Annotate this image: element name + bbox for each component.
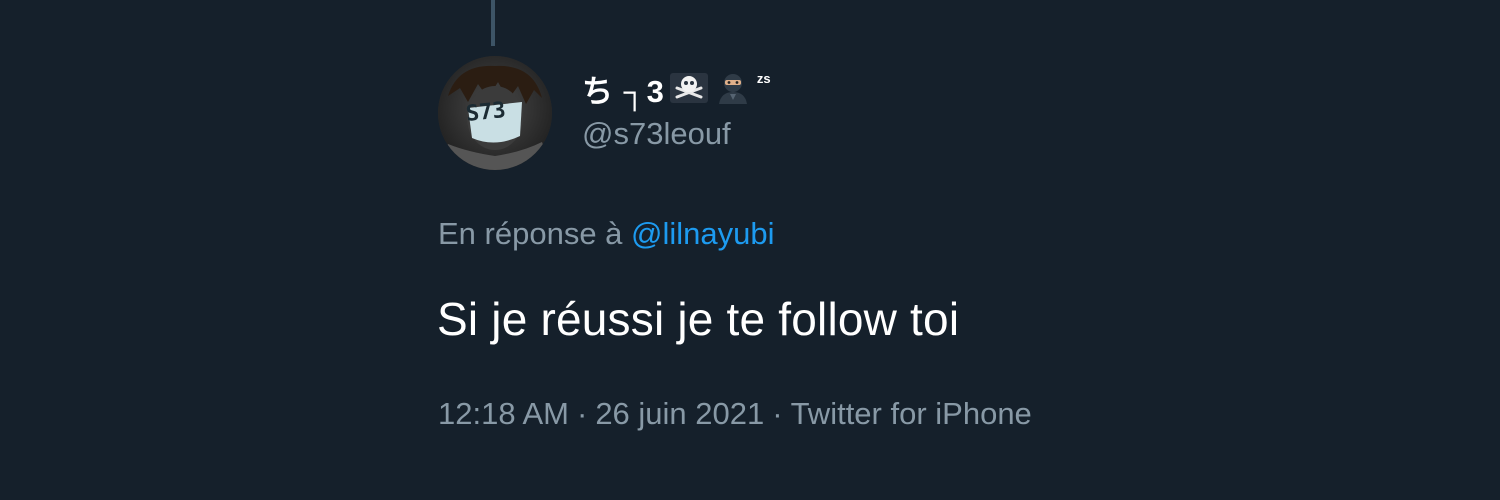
avatar[interactable]: S73 (438, 56, 552, 170)
reply-context: En réponse à @lilnayubi (438, 216, 775, 252)
reply-prefix: En réponse à (438, 216, 623, 251)
tweet-metadata: 12:18 AM · 26 juin 2021 · Twitter for iPhone (438, 396, 1032, 432)
tweet-detail-view: S73 ち ┐3 zs @s73leouf En réponse à @liln… (0, 0, 1500, 500)
tweet-author[interactable]: ち ┐3 zs @s73leouf (582, 68, 771, 152)
avatar-logo-text: S73 (464, 97, 507, 128)
ninja-icon (713, 72, 753, 104)
meta-separator: · (772, 396, 783, 431)
meta-separator: · (576, 396, 588, 431)
tweet-date-link[interactable]: 26 juin 2021 (595, 396, 764, 431)
thread-connector-line (491, 0, 495, 46)
author-display-name: ち ┐3 zs (582, 68, 771, 109)
tweet-text: Si je réussi je te follow toi (437, 293, 960, 345)
tweet-source-link[interactable]: Twitter for iPhone (791, 396, 1032, 431)
display-name-text: ち ┐3 (582, 73, 665, 109)
author-handle: @s73leouf (582, 116, 731, 151)
skull-crossbones-icon (669, 72, 709, 104)
reply-mention-link[interactable]: @lilnayubi (631, 216, 774, 251)
display-name-badge: zs (756, 70, 771, 86)
tweet-time-link[interactable]: 12:18 AM (438, 396, 569, 431)
